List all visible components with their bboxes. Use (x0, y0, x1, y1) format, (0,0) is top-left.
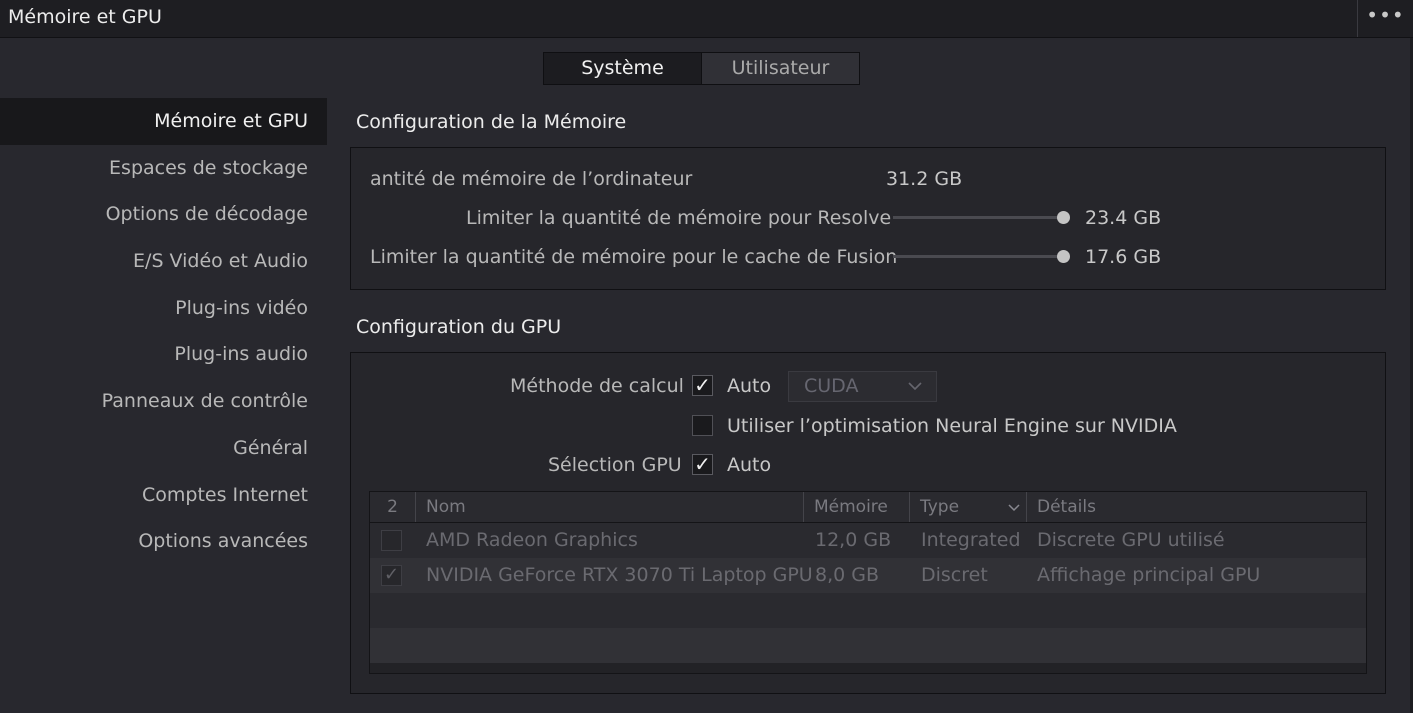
column-header-name[interactable]: Nom (415, 492, 803, 522)
gpu-row-checkbox[interactable]: ✓ (381, 565, 402, 586)
sidebar-item-panneaux-controle[interactable]: Panneaux de contrôle (0, 378, 327, 425)
sidebar-item-espaces-stockage[interactable]: Espaces de stockage (0, 145, 327, 192)
gpu-section-title: Configuration du GPU (356, 316, 562, 338)
table-row[interactable]: ✓ NVIDIA GeForce RTX 3070 Ti Laptop GPU … (370, 558, 1366, 593)
more-options-icon: ••• (1366, 3, 1405, 27)
gpu-type: Integrated (921, 529, 1021, 551)
preferences-window: Mémoire et GPU ••• Système Utilisateur M… (0, 0, 1413, 713)
table-row[interactable]: AMD Radeon Graphics 12,0 GB Integrated D… (370, 523, 1366, 558)
sidebar: Mémoire et GPU Espaces de stockage Optio… (0, 98, 327, 565)
title-bar: Mémoire et GPU ••• (0, 0, 1413, 38)
empty-table-row (370, 628, 1366, 663)
sidebar-item-memoire-gpu[interactable]: Mémoire et GPU (0, 98, 327, 145)
column-header-count: 2 (387, 497, 398, 517)
tab-utilisateur[interactable]: Utilisateur (701, 53, 859, 84)
chevron-down-icon (908, 372, 922, 411)
gpu-details: Affichage principal GPU (1037, 564, 1261, 586)
checkmark-icon: ✓ (383, 564, 400, 585)
total-memory-value: 31.2 GB (886, 168, 963, 190)
checkmark-icon: ✓ (694, 373, 711, 397)
compute-method-label: Méthode de calcul (510, 375, 684, 397)
empty-table-row (370, 593, 1366, 628)
gpu-table-header: 2 Nom Mémoire Type Détails (370, 492, 1366, 523)
slider-thumb[interactable] (1057, 211, 1070, 224)
gpu-memory: 12,0 GB (815, 529, 892, 551)
neural-engine-label: Utiliser l’optimisation Neural Engine su… (727, 415, 1177, 437)
compute-method-value: CUDA (804, 375, 859, 397)
compute-method-auto-label: Auto (727, 375, 772, 397)
gpu-memory: 8,0 GB (815, 564, 880, 586)
gpu-row-checkbox[interactable] (381, 530, 402, 551)
gpu-details: Discrete GPU utilisé (1037, 529, 1225, 551)
neural-engine-checkbox[interactable] (692, 415, 713, 436)
gpu-table: 2 Nom Mémoire Type Détails AMD Radeon Gr… (369, 491, 1367, 674)
window-title: Mémoire et GPU (8, 6, 162, 28)
checkmark-icon: ✓ (694, 452, 711, 476)
sidebar-item-comptes-internet[interactable]: Comptes Internet (0, 472, 327, 519)
gpu-name: NVIDIA GeForce RTX 3070 Ti Laptop GPU (426, 564, 813, 586)
compute-method-select[interactable]: CUDA (788, 371, 937, 402)
gpu-type: Discret (921, 564, 988, 586)
more-options-button[interactable]: ••• (1357, 0, 1413, 37)
total-memory-label: antité de mémoire de l’ordinateur (370, 168, 693, 190)
sidebar-item-general[interactable]: Général (0, 425, 327, 472)
memory-section-title: Configuration de la Mémoire (356, 111, 627, 133)
gpu-name: AMD Radeon Graphics (426, 529, 638, 551)
column-header-memory[interactable]: Mémoire (803, 492, 909, 522)
fusion-memory-label: Limiter la quantité de mémoire pour le c… (370, 246, 898, 268)
slider-fill (893, 255, 1063, 258)
slider-thumb[interactable] (1057, 250, 1070, 263)
fusion-memory-value: 17.6 GB (1085, 246, 1162, 268)
gpu-selection-auto-checkbox[interactable]: ✓ (692, 454, 713, 475)
gpu-selection-label: Sélection GPU (548, 454, 682, 476)
column-header-type-label: Type (920, 497, 960, 517)
sidebar-item-plugins-video[interactable]: Plug-ins vidéo (0, 285, 327, 332)
slider-fill (893, 216, 1063, 219)
resolve-memory-slider[interactable] (893, 211, 1070, 225)
sidebar-item-options-decodage[interactable]: Options de décodage (0, 191, 327, 238)
scope-tabs: Système Utilisateur (543, 52, 860, 85)
resolve-memory-label: Limiter la quantité de mémoire pour Reso… (466, 207, 892, 229)
fusion-memory-slider[interactable] (893, 250, 1070, 264)
compute-method-auto-checkbox[interactable]: ✓ (692, 375, 713, 396)
gpu-selection-auto-label: Auto (727, 454, 772, 476)
column-header-details[interactable]: Détails (1026, 492, 1366, 522)
sidebar-item-options-avancees[interactable]: Options avancées (0, 518, 327, 565)
resolve-memory-value: 23.4 GB (1085, 207, 1162, 229)
sidebar-item-es-video-audio[interactable]: E/S Vidéo et Audio (0, 238, 327, 285)
column-header-type[interactable]: Type (909, 492, 1026, 522)
tab-systeme[interactable]: Système (544, 53, 701, 84)
sidebar-item-plugins-audio[interactable]: Plug-ins audio (0, 331, 327, 378)
